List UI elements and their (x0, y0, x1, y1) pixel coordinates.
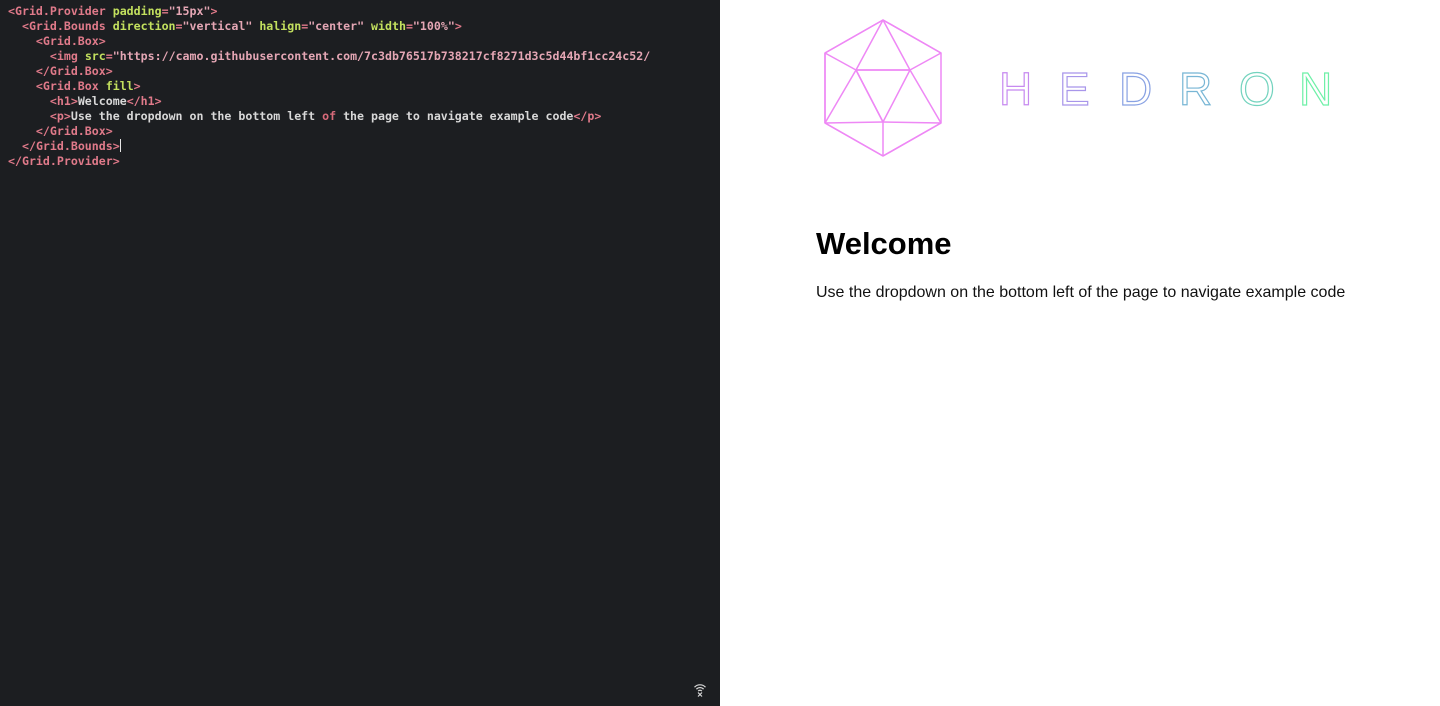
code-token: Grid.Box (42, 79, 99, 93)
code-token: Grid.Provider (21, 154, 113, 168)
page-title: Welcome (816, 226, 952, 261)
code-token: = (175, 19, 183, 33)
code-token: width (371, 19, 406, 33)
code-line[interactable]: <p>Use the dropdown on the bottom left o… (8, 109, 650, 124)
code-token: > (70, 94, 78, 108)
code-token: </ (573, 109, 588, 123)
code-token: > (594, 109, 602, 123)
code-token: < (35, 79, 43, 93)
code-token: of (322, 109, 337, 123)
code-token: "vertical" (182, 19, 253, 33)
code-line[interactable]: </Grid.Box> (8, 64, 650, 79)
preview-pane: HEDRON Welcome Use the dropdown on the b… (720, 0, 1440, 706)
code-token: </ (8, 154, 22, 168)
code-token: img (56, 49, 78, 63)
code-token: > (105, 64, 113, 78)
code-token: fill (105, 79, 134, 93)
code-token: </ (126, 94, 141, 108)
code-token: < (49, 94, 57, 108)
intro-text: Use the dropdown on the bottom left of t… (816, 284, 1346, 301)
wordmark-letter: E (1059, 63, 1090, 115)
code-token: < (21, 19, 29, 33)
code-line[interactable]: <Grid.Bounds direction="vertical" halign… (8, 19, 650, 34)
code-token: Welcome (77, 94, 127, 108)
wordmark-letter: R (1179, 63, 1212, 115)
code-token: "https://camo.githubusercontent.com/7c3d… (112, 49, 651, 63)
wordmark-letter: H (999, 63, 1032, 115)
wordmark-letter: O (1239, 63, 1275, 115)
code-token: halign (259, 19, 302, 33)
code-token: direction (112, 19, 176, 33)
code-token: "15px" (168, 4, 211, 18)
code-token: < (49, 109, 57, 123)
app-root: <Grid.Provider padding="15px"> <Grid.Bou… (0, 0, 1440, 706)
code-line[interactable]: </Grid.Bounds> (8, 139, 650, 154)
code-token: "100%" (412, 19, 455, 33)
code-token: src (84, 49, 106, 63)
code-token: </ (35, 124, 50, 138)
code-line[interactable]: <Grid.Box> (8, 34, 650, 49)
code-line[interactable]: </Grid.Provider> (8, 154, 650, 169)
code-token: </ (35, 64, 50, 78)
code-token: > (210, 4, 218, 18)
code-token: Grid.Provider (14, 4, 106, 18)
code-token: Grid.Bounds (35, 139, 113, 153)
hedron-logo: HEDRON (824, 19, 1333, 157)
broadcast-icon[interactable] (692, 681, 708, 697)
code-token: padding (112, 4, 162, 18)
wordmark-letter: D (1119, 63, 1152, 115)
code-line[interactable]: <Grid.Box fill> (8, 79, 650, 94)
code-token: h1 (56, 94, 71, 108)
icosahedron-mark (824, 19, 942, 157)
code-line[interactable]: </Grid.Box> (8, 124, 650, 139)
code-token: < (8, 4, 15, 18)
code-token: = (405, 19, 413, 33)
text-cursor (119, 139, 121, 152)
code-token: > (63, 109, 71, 123)
code-token: Grid.Box (49, 124, 106, 138)
code-token: the page to navigate example code (336, 109, 574, 123)
code-token: > (112, 154, 120, 168)
code-token: Grid.Box (42, 34, 99, 48)
code-line[interactable]: <h1>Welcome</h1> (8, 94, 650, 109)
code-token: > (154, 94, 162, 108)
code-token: > (112, 139, 120, 153)
code-line[interactable]: <img src="https://camo.githubusercontent… (8, 49, 650, 64)
code-token: > (133, 79, 141, 93)
code-token: Grid.Box (49, 64, 106, 78)
code-token: </ (21, 139, 36, 153)
code-token: p (56, 109, 64, 123)
code-content[interactable]: <Grid.Provider padding="15px"> <Grid.Bou… (8, 4, 650, 169)
hedron-wordmark: HEDRON (998, 62, 1332, 115)
code-token: = (105, 49, 113, 63)
code-editor[interactable]: <Grid.Provider padding="15px"> <Grid.Bou… (0, 0, 720, 706)
code-token: h1 (140, 94, 155, 108)
code-token: Grid.Bounds (28, 19, 106, 33)
code-token: > (98, 34, 106, 48)
code-token: > (105, 124, 113, 138)
wordmark-letter: N (1299, 63, 1332, 115)
code-line[interactable]: <Grid.Provider padding="15px"> (8, 4, 650, 19)
code-token: Use the dropdown on the bottom left (70, 109, 323, 123)
code-token: "center" (308, 19, 365, 33)
code-token: = (161, 4, 169, 18)
code-token: > (454, 19, 462, 33)
code-token: < (35, 34, 43, 48)
code-token: < (49, 49, 57, 63)
